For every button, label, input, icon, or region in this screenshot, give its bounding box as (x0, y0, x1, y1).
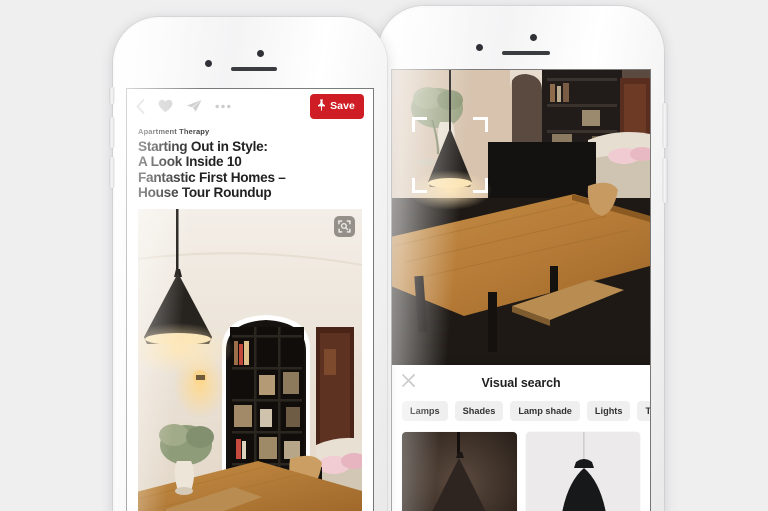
visual-search-title: Visual search (481, 375, 561, 390)
heart-icon[interactable] (158, 99, 173, 113)
right-phone-screen: Visual search Lamps Shades Lamp shade Li… (392, 70, 650, 511)
volume-up-button[interactable] (110, 117, 114, 148)
chip-lights[interactable]: Lights (586, 401, 631, 421)
proximity-sensor-icon (530, 34, 537, 41)
power-button[interactable] (663, 103, 667, 148)
save-button-label: Save (330, 100, 355, 112)
result-card-2[interactable] (525, 432, 640, 511)
pin-title: Starting Out in Style: A Look Inside 10 … (138, 139, 362, 201)
earpiece-speaker (502, 51, 550, 55)
pin-topbar: Save (127, 89, 373, 123)
room-photo-right (392, 70, 650, 365)
earpiece-speaker (231, 67, 277, 71)
visual-search-photo[interactable] (392, 70, 650, 365)
selection-corner-top-left (412, 117, 427, 132)
chip-tables[interactable]: Tab (637, 401, 650, 421)
visual-search-icon[interactable] (334, 215, 355, 237)
result-card-1[interactable] (402, 432, 517, 511)
visual-search-results (392, 422, 650, 511)
pin-title-line-1: Starting Out in Style: (138, 139, 268, 154)
pin-meta: Apartment Therapy Starting Out in Style:… (127, 123, 373, 201)
front-camera-icon (476, 44, 483, 51)
chip-shades[interactable]: Shades (454, 401, 504, 421)
pin-title-line-3: Fantastic First Homes – (138, 169, 286, 185)
chip-lamps[interactable]: Lamps (402, 401, 448, 421)
visual-search-panel: Visual search Lamps Shades Lamp shade Li… (392, 365, 650, 511)
pin-image[interactable] (138, 208, 362, 511)
chevron-left-icon[interactable] (136, 98, 145, 114)
result-image-1 (402, 432, 517, 511)
close-x-icon[interactable] (402, 373, 415, 392)
mute-switch[interactable] (110, 87, 114, 104)
selection-corner-bottom-right (473, 178, 488, 193)
save-button[interactable]: Save (310, 93, 364, 119)
pin-title-line-2: A Look Inside 10 (138, 154, 242, 170)
volume-down-button[interactable] (110, 157, 114, 188)
left-phone-screen: Save Apartment Therapy Starting Out in S… (127, 89, 373, 511)
paper-plane-icon[interactable] (186, 99, 202, 113)
room-photo-left (138, 208, 362, 511)
ellipsis-icon[interactable] (215, 104, 231, 109)
proximity-sensor-icon (257, 50, 264, 57)
pushpin-icon (317, 99, 326, 114)
right-phone-device: Visual search Lamps Shades Lamp shade Li… (378, 6, 667, 511)
result-image-2 (525, 432, 640, 511)
pin-source[interactable]: Apartment Therapy (138, 127, 362, 136)
front-camera-icon (205, 60, 212, 67)
selection-corner-bottom-left (412, 178, 427, 193)
selection-corner-top-right (473, 117, 488, 132)
mockup-stage: Visual search Lamps Shades Lamp shade Li… (0, 0, 768, 511)
pin-title-line-4: House Tour Roundup (138, 185, 272, 201)
visual-search-selection-box[interactable] (412, 117, 488, 193)
power-button-lower[interactable] (663, 158, 667, 203)
chip-lamp-shade[interactable]: Lamp shade (510, 401, 580, 421)
left-phone-device: Save Apartment Therapy Starting Out in S… (110, 17, 387, 511)
visual-search-header: Visual search (392, 365, 650, 400)
visual-search-chip-row[interactable]: Lamps Shades Lamp shade Lights Tab (392, 400, 650, 422)
